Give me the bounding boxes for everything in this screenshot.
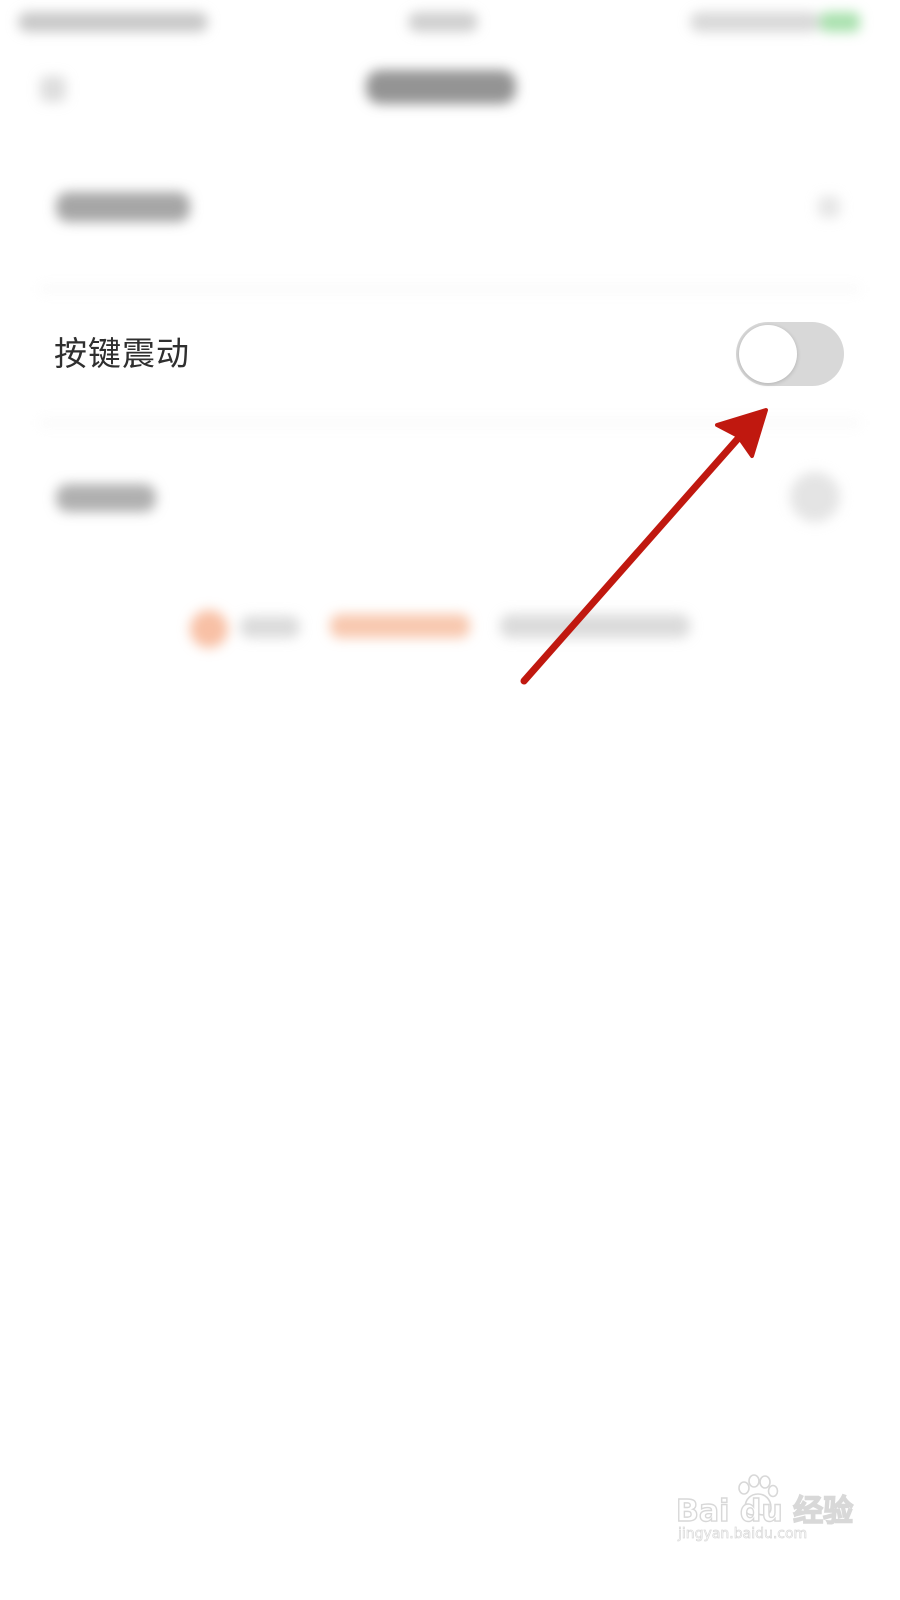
key-vibration-label: 按键震动 [54, 334, 190, 373]
baidu-jingyan-watermark: Bai du 经验 jingyan.baidu.com [672, 1474, 854, 1554]
status-bar-carrier [18, 12, 208, 32]
toggle-knob [739, 325, 797, 383]
footer-text [500, 614, 690, 638]
back-arrow-icon[interactable] [40, 76, 66, 102]
footer-link[interactable] [330, 614, 470, 638]
key-vibration-toggle[interactable] [736, 322, 844, 386]
divider [40, 288, 860, 290]
watermark-brand: Bai du 经验 [675, 1493, 854, 1529]
settings-row-3-icon [790, 472, 840, 522]
page-title [366, 70, 516, 104]
status-bar-indicators [690, 12, 820, 32]
settings-row-1-label [56, 192, 190, 222]
settings-row-3-label [56, 484, 156, 512]
settings-screen: 按键震动 Bai du 经验 jingyan.baidu.com [0, 0, 882, 1568]
footer-text [240, 616, 300, 638]
chevron-right-icon [818, 196, 840, 218]
radio-icon[interactable] [190, 610, 228, 648]
watermark-url: jingyan.baidu.com [678, 1526, 808, 1543]
status-bar-time [408, 12, 478, 32]
battery-icon [820, 12, 860, 32]
annotation-arrow-icon [520, 408, 768, 685]
divider [40, 422, 860, 424]
